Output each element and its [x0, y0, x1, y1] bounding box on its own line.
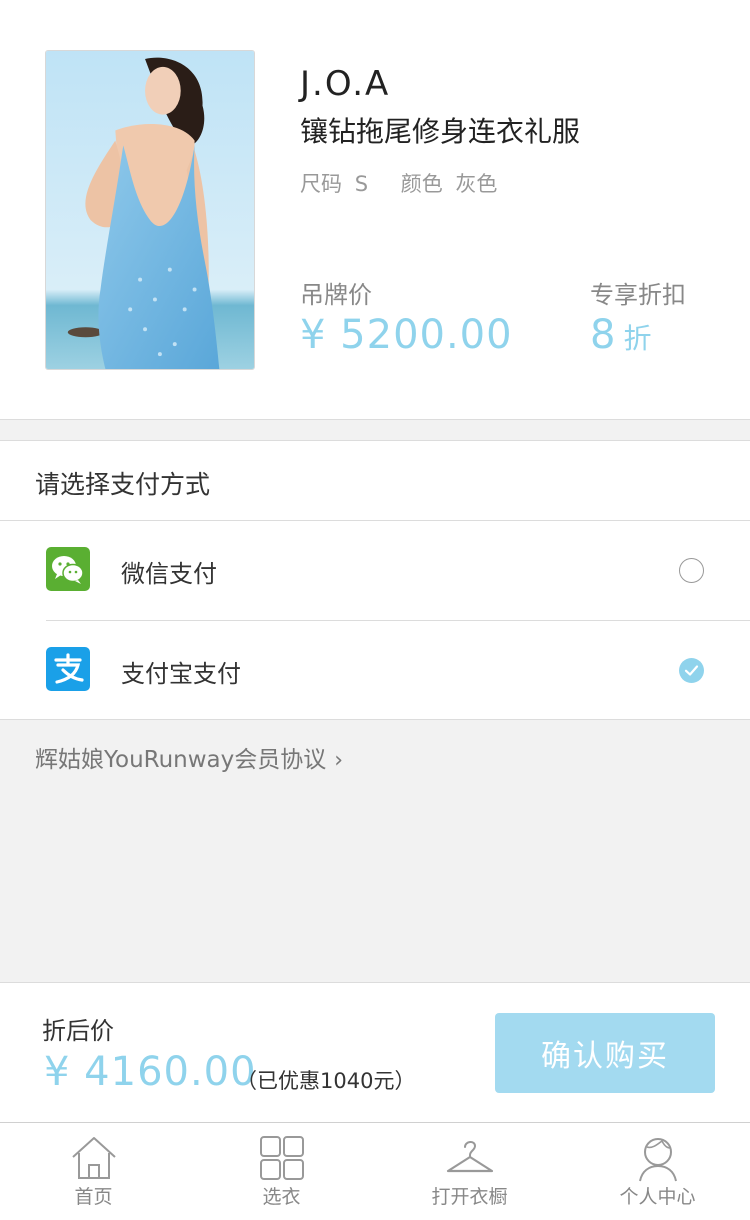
radio-unchecked[interactable]: [679, 558, 704, 583]
payment-option-label: 支付宝支付: [121, 660, 241, 688]
person-icon: [638, 1138, 677, 1182]
tab-personal-center[interactable]: 个人中心: [564, 1123, 750, 1220]
payment-option-alipay[interactable]: 支付宝支付: [0, 621, 750, 721]
agreement-label: 辉姑娘YouRunway会员协议: [35, 747, 327, 773]
home-icon: [71, 1137, 116, 1179]
product-image: [45, 50, 255, 370]
grid-icon: [259, 1136, 304, 1180]
tab-label: 选衣: [262, 1186, 301, 1208]
discount-label: 专享折扣: [590, 281, 686, 309]
tag-price-label: 吊牌价: [300, 281, 372, 309]
tab-choose-clothes[interactable]: 选衣: [188, 1123, 375, 1220]
chevron-right-icon: ›: [334, 748, 344, 773]
wechat-pay-icon: [46, 547, 90, 591]
final-price-label: 折后价: [42, 1017, 114, 1045]
tab-home[interactable]: 首页: [0, 1123, 187, 1220]
tag-price: ¥ 5200.00: [300, 312, 513, 358]
radio-checked-icon[interactable]: [679, 658, 704, 683]
alipay-icon: [46, 647, 90, 691]
saved-amount: （已优惠1040元）: [236, 1069, 416, 1093]
color-value: 灰色: [455, 172, 498, 196]
confirm-purchase-button[interactable]: 确认购买: [495, 1013, 715, 1093]
size-value: S: [354, 172, 369, 196]
tab-label: 首页: [74, 1186, 113, 1208]
tab-label: 个人中心: [619, 1186, 696, 1208]
product-card: J.O.A 镶钻拖尾修身连衣礼服 尺码 S 颜色 灰色 吊牌价 ¥ 5200.0…: [0, 0, 750, 420]
payment-option-wechat[interactable]: 微信支付: [0, 521, 750, 621]
payment-section: 请选择支付方式 微信支付 支付宝支付: [0, 440, 750, 720]
size-label: 尺码: [300, 172, 342, 196]
tab-open-wardrobe[interactable]: 打开衣橱: [376, 1123, 563, 1220]
discount-value-group: 8折: [590, 312, 651, 358]
color-label: 颜色: [400, 172, 443, 196]
hanger-icon: [446, 1141, 493, 1173]
bottom-tab-bar: 首页 选衣 打开衣橱 个人中心: [0, 1122, 750, 1220]
product-brand: J.O.A: [300, 64, 391, 104]
membership-agreement-link[interactable]: 辉姑娘YouRunway会员协议 ›: [35, 740, 343, 774]
discount-value: 8: [590, 312, 616, 358]
final-price: ¥ 4160.00: [44, 1049, 257, 1095]
discount-unit: 折: [623, 322, 652, 355]
product-name: 镶钻拖尾修身连衣礼服: [300, 115, 581, 148]
payment-option-label: 微信支付: [121, 560, 217, 588]
checkout-bar: 折后价 ¥ 4160.00 （已优惠1040元） 确认购买: [0, 982, 750, 1122]
product-specs: 尺码 S 颜色 灰色: [300, 168, 503, 198]
payment-title: 请选择支付方式: [35, 470, 211, 499]
tab-label: 打开衣橱: [431, 1186, 508, 1208]
